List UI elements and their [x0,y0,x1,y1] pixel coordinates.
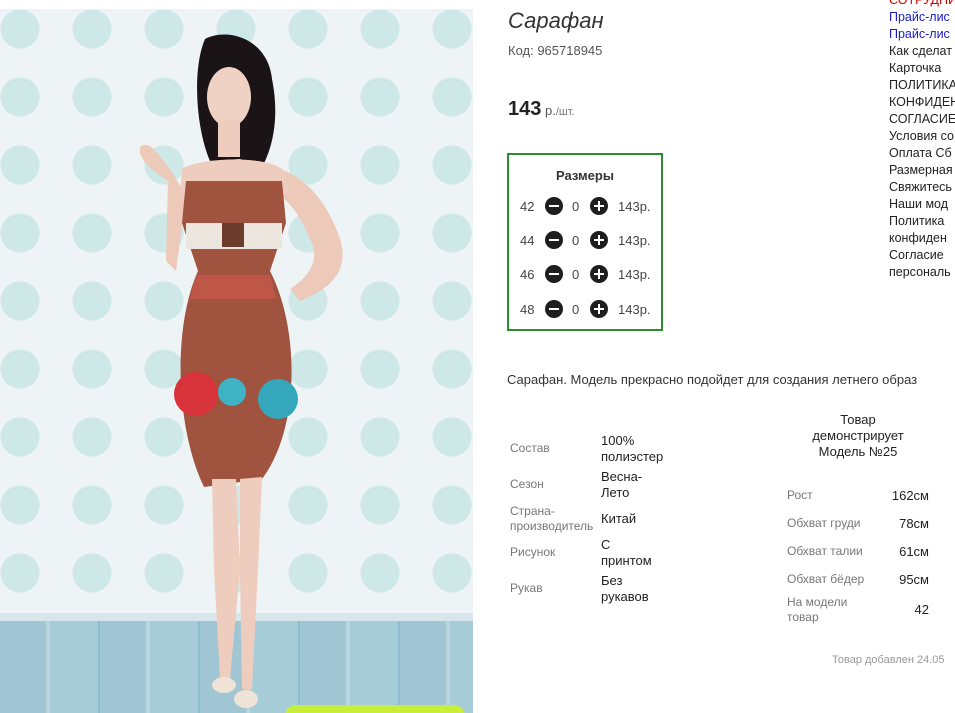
minus-circle-icon[interactable] [545,300,563,318]
minus-circle-icon[interactable] [545,265,563,283]
sidebar-link[interactable]: Карточка [889,60,955,77]
size-price: 143р. [618,267,651,282]
size-label: 42 [520,199,535,214]
minus-circle-icon[interactable] [545,231,563,249]
size-price: 143р. [618,233,651,248]
sidebar-link[interactable]: Согласие [889,247,955,264]
model-param-value: 162см [891,488,929,503]
model-param-label: Рост [787,488,813,502]
sidebar-link[interactable]: Условия со [889,128,955,145]
product-price: 143 р./шт. [508,98,575,121]
spec-label: Состав [510,441,550,455]
model-info-header: Товар демонстрирует Модель №25 [812,412,904,459]
add-to-cart-button[interactable] [285,705,465,713]
price-per-unit: /шт. [555,106,575,118]
size-quantity: 0 [572,302,580,317]
model-param-label: На модели товар [787,595,848,624]
product-description: Сарафан. Модель прекрасно подойдет для с… [507,372,918,387]
model-param-value: 42 [914,602,929,617]
size-price: 143р. [618,199,651,214]
price-value: 143 [508,98,542,120]
spec-value: Спринтом [601,537,652,568]
model-param-value: 95см [899,572,929,587]
sidebar-link[interactable]: персональ [889,264,955,281]
sizes-header: Размеры [556,168,614,183]
sidebar-link[interactable]: конфиден [889,230,955,247]
price-unit: р. [541,103,556,118]
sidebar-link[interactable]: Оплата Сб [889,145,955,162]
sizes-box: Размеры 42 0 143р. 44 0 143р. 46 0 143р.… [507,153,663,331]
spec-label: Сезон [510,477,544,491]
added-date: Товар добавлен 24.05 [832,654,945,666]
sidebar-link[interactable]: СОГЛАСИЕ [889,111,955,128]
size-quantity: 0 [572,267,580,282]
product-code: Код: 965718945 [508,43,603,58]
sidebar-link[interactable]: Наши мод [889,196,955,213]
spec-label: Рукав [510,581,543,595]
model-param-label: Обхват бёдер [787,572,865,586]
sidebar-link[interactable]: Размерная [889,162,955,179]
sidebar-link[interactable]: Политика [889,213,955,230]
spec-label: Страна-производитель [510,504,594,533]
model-param-label: Обхват талии [787,544,863,558]
model-param-value: 78см [899,516,929,531]
plus-circle-icon[interactable] [590,265,608,283]
product-photo[interactable] [0,9,473,713]
sidebar-menu: СОТРУДНИ Прайс-лис Прайс-лис Как сделат … [889,0,955,281]
size-label: 46 [520,267,535,282]
sidebar-link[interactable]: ПОЛИТИКА [889,77,955,94]
size-quantity: 0 [572,199,580,214]
spec-value: 100% полиэстер [601,433,664,464]
sidebar-link[interactable]: КОНФИДЕН [889,94,955,111]
plus-circle-icon[interactable] [590,231,608,249]
plus-circle-icon[interactable] [590,300,608,318]
size-price: 143р. [618,302,651,317]
sidebar-link[interactable]: СОТРУДНИ [889,0,955,9]
minus-circle-icon[interactable] [545,197,563,215]
spec-value: Весна- Лето [601,469,643,500]
spec-label: Рисунок [510,545,556,559]
size-quantity: 0 [572,233,580,248]
sidebar-link[interactable]: Прайс-лис [889,26,955,43]
plus-circle-icon[interactable] [590,197,608,215]
size-label: 44 [520,233,535,248]
spec-value: Без рукавов [601,573,649,604]
spec-value: Китай [601,511,637,526]
sidebar-link[interactable]: Как сделат [889,43,955,60]
size-label: 48 [520,302,535,317]
model-figure [139,34,343,708]
product-title: Сарафан [508,8,604,33]
model-param-label: Обхват груди [787,516,861,530]
model-param-value: 61см [899,544,929,559]
sidebar-link[interactable]: Свяжитесь [889,179,955,196]
sidebar-link[interactable]: Прайс-лис [889,9,955,26]
